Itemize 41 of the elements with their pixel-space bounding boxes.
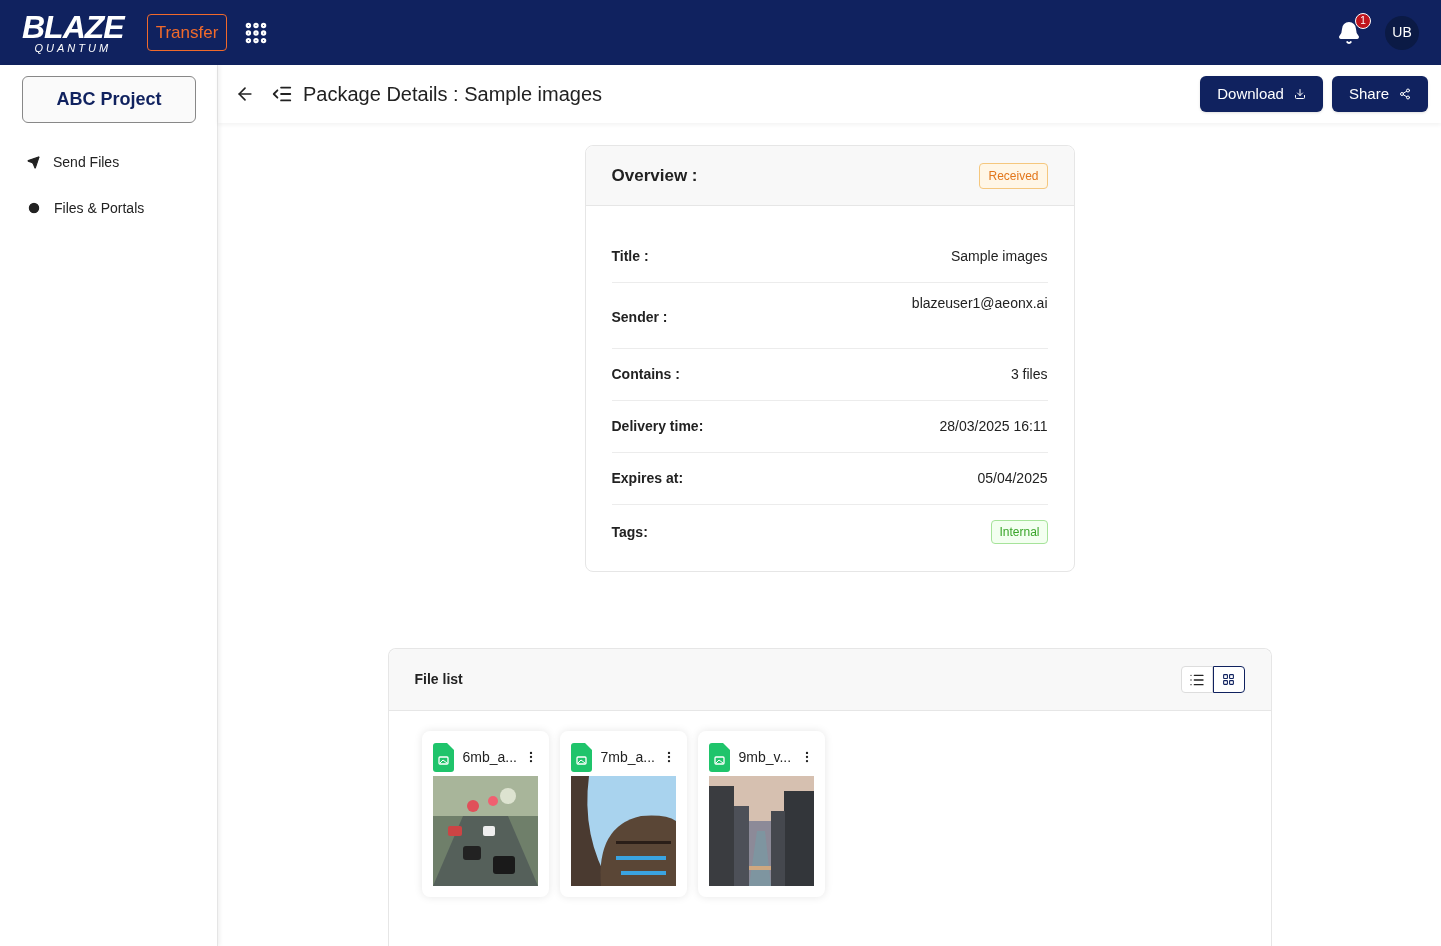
share-button[interactable]: Share xyxy=(1331,76,1428,112)
file-card[interactable]: 9mb_v... xyxy=(697,731,825,897)
status-label: Received xyxy=(979,162,1048,189)
sidebar-item[interactable]: Send Files xyxy=(0,139,217,185)
field-label: Sender : xyxy=(611,308,668,327)
notification-bell-icon[interactable] xyxy=(1337,20,1361,45)
grid-view-button[interactable] xyxy=(1212,666,1245,693)
file-name: 6mb_a... xyxy=(462,747,517,767)
tag-label: Internal xyxy=(991,520,1048,544)
field-label: Expires at: xyxy=(611,469,684,488)
file-card[interactable]: 7mb_a... xyxy=(559,731,687,897)
file-card[interactable]: 6mb_a... xyxy=(421,731,549,897)
field-label: Contains : xyxy=(611,365,680,384)
image-file-icon xyxy=(432,742,454,772)
logo: BLAZE QUANTUM xyxy=(22,11,124,54)
image-file-icon xyxy=(708,742,730,772)
field-label: Tags: xyxy=(611,522,648,542)
file-name: 7mb_a... xyxy=(600,747,655,767)
page-title: Package Details : Sample images xyxy=(303,82,603,107)
file-name: 9mb_v... xyxy=(738,747,792,767)
image-file-icon xyxy=(570,742,592,772)
project-button[interactable]: ABC Project xyxy=(22,76,196,123)
file-list-title: File list xyxy=(414,670,463,689)
user-avatar[interactable]: UB xyxy=(1385,15,1419,50)
sidebar-item[interactable]: Files & Portals xyxy=(0,185,217,231)
field-value: Sample images xyxy=(951,247,1048,266)
field-label: Delivery time: xyxy=(611,417,704,436)
send-icon xyxy=(27,155,40,169)
list-view-button[interactable] xyxy=(1180,666,1213,693)
download-icon xyxy=(1293,88,1306,100)
field-value: 05/04/2025 xyxy=(977,469,1048,488)
share-icon xyxy=(1399,88,1411,100)
app-button[interactable]: Transfer xyxy=(146,14,228,51)
overview-title: Overview : xyxy=(611,164,698,187)
field-value: blazeuser1@aeonx.ai xyxy=(911,294,1048,313)
field-value: 3 files xyxy=(1010,365,1048,384)
download-button[interactable]: Download xyxy=(1200,76,1323,112)
field-label: Title : xyxy=(611,247,649,266)
notification-count: 1 xyxy=(1355,12,1371,29)
grid-icon xyxy=(1222,673,1235,686)
field-value: 28/03/2025 16:11 xyxy=(939,417,1048,436)
